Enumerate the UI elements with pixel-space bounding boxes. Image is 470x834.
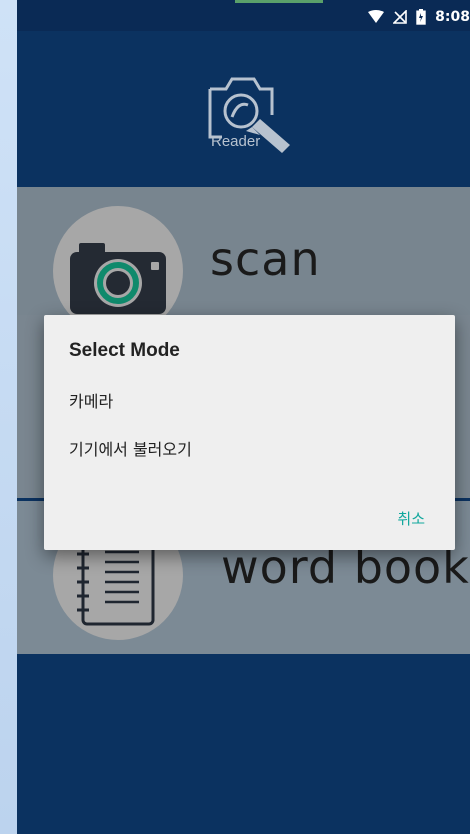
select-mode-dialog: Select Mode 카메라 기기에서 불러오기 취소 bbox=[44, 315, 455, 550]
phone-screen: 8:08 Reader scan word book Select Mode 카… bbox=[17, 0, 470, 834]
option-camera[interactable]: 카메라 bbox=[69, 388, 113, 412]
desktop-background bbox=[0, 0, 17, 834]
option-load-from-device[interactable]: 기기에서 불러오기 bbox=[69, 436, 192, 460]
dialog-title: Select Mode bbox=[69, 340, 180, 361]
cancel-button[interactable]: 취소 bbox=[391, 504, 431, 533]
